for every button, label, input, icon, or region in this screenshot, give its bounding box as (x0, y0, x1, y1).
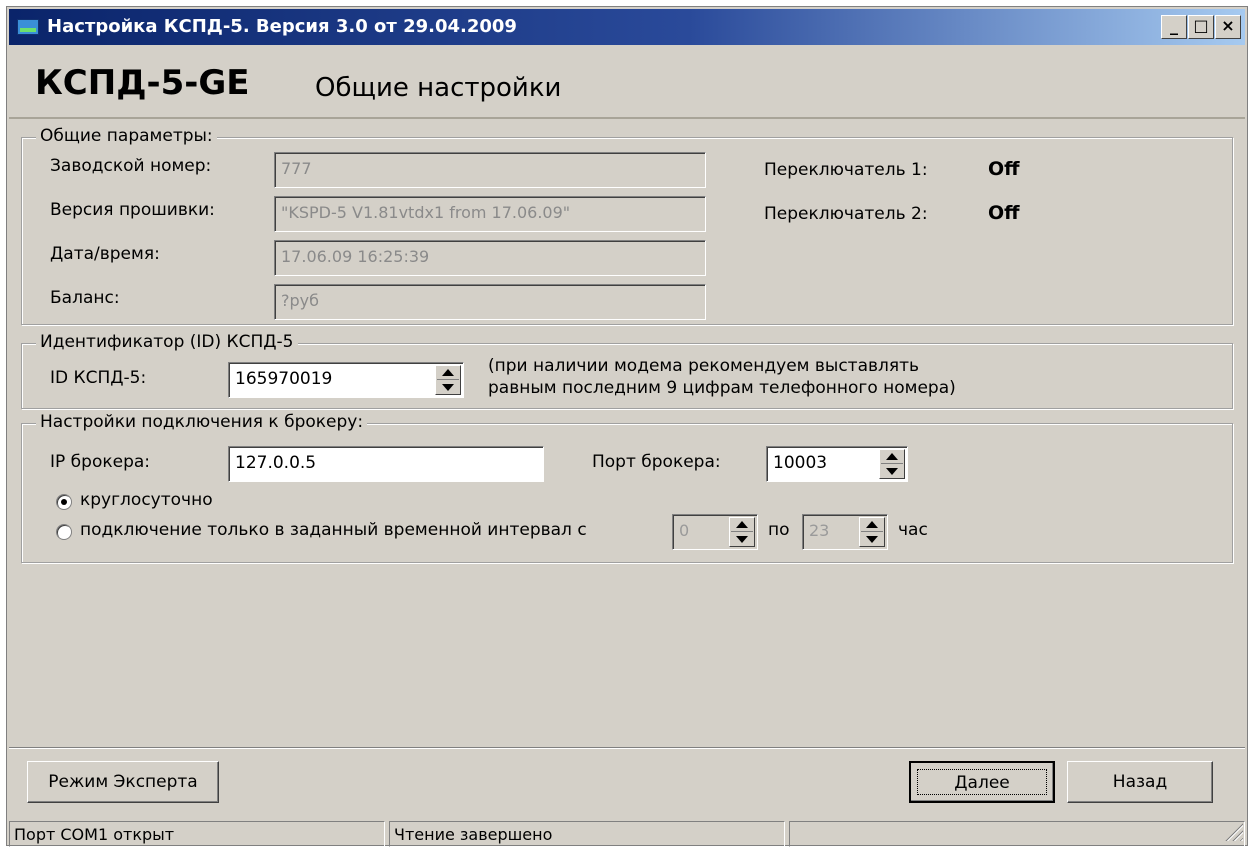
switch1-status: Off (988, 158, 1020, 180)
datetime-label: Дата/время: (50, 244, 160, 264)
id-hint-line1: (при наличии модема рекомендуем выставля… (488, 356, 920, 376)
interval-to-spin-buttons[interactable] (859, 517, 885, 547)
switch2-label: Переключатель 2: (764, 204, 928, 224)
id-hint-line2: равным последним 9 цифрам телефонного но… (488, 378, 956, 398)
button-separator (9, 747, 1245, 749)
firmware-field: "KSPD-5 V1.81vtdx1 from 17.06.09" (274, 196, 706, 232)
status-read: Чтение завершено (389, 821, 785, 847)
broker-port-label: Порт брокера: (592, 452, 721, 472)
serial-field: 777 (274, 152, 706, 188)
minimize-button[interactable]: _ (1161, 15, 1187, 39)
expert-mode-button[interactable]: Режим Эксперта (27, 761, 219, 803)
interval-from-value: 0 (679, 521, 690, 540)
id-label: ID КСПД-5: (50, 368, 147, 388)
main-window: Настройка КСПД-5. Версия 3.0 от 29.04.20… (6, 6, 1248, 847)
back-button[interactable]: Назад (1067, 761, 1213, 803)
status-extra (789, 821, 1245, 847)
radio-always[interactable] (56, 494, 72, 510)
broker-settings-group: Настройки подключения к брокеру: IP брок… (21, 412, 1233, 563)
datetime-field: 17.06.09 16:25:39 (274, 240, 706, 276)
broker-ip-input[interactable]: 127.0.0.5 (228, 446, 544, 482)
status-port: Порт COM1 открыт (9, 821, 385, 847)
interval-to-spinner[interactable]: 23 (802, 514, 888, 550)
app-icon (17, 19, 39, 35)
broker-port-spin-buttons[interactable] (879, 449, 905, 479)
general-params-group: Общие параметры: Заводской номер: 777 Ве… (21, 126, 1233, 325)
interval-to-label: по (768, 520, 790, 540)
broker-settings-legend: Настройки подключения к брокеру: (36, 412, 368, 432)
next-button-label: Далее (917, 769, 1047, 795)
product-name: КСПД-5-GE (35, 63, 250, 103)
interval-from-spinner[interactable]: 0 (672, 514, 758, 550)
id-spinner[interactable]: 165970019 (228, 362, 464, 398)
balance-label: Баланс: (50, 288, 120, 308)
id-spin-buttons[interactable] (435, 365, 461, 395)
window-title: Настройка КСПД-5. Версия 3.0 от 29.04.20… (47, 16, 517, 37)
switch2-status: Off (988, 202, 1020, 224)
close-button[interactable]: × (1215, 15, 1241, 39)
next-button[interactable]: Далее (909, 761, 1055, 803)
switch1-label: Переключатель 1: (764, 160, 928, 180)
title-bar[interactable]: Настройка КСПД-5. Версия 3.0 от 29.04.20… (9, 9, 1245, 45)
page-title: Общие настройки (315, 73, 562, 103)
identifier-legend: Идентификатор (ID) КСПД-5 (36, 332, 298, 352)
interval-to-value: 23 (809, 521, 830, 540)
header: КСПД-5-GE Общие настройки (9, 45, 1245, 119)
radio-always-label[interactable]: круглосуточно (80, 490, 213, 510)
general-params-legend: Общие параметры: (36, 126, 217, 146)
broker-ip-label: IP брокера: (50, 452, 151, 472)
interval-from-spin-buttons[interactable] (729, 517, 755, 547)
id-value: 165970019 (235, 369, 333, 389)
radio-interval-label[interactable]: подключение только в заданный временной … (80, 520, 587, 540)
firmware-label: Версия прошивки: (50, 200, 215, 220)
broker-port-spinner[interactable]: 10003 (766, 446, 908, 482)
maximize-button[interactable]: □ (1188, 15, 1214, 39)
interval-hour-label: час (898, 520, 928, 540)
radio-interval[interactable] (56, 524, 72, 540)
broker-port-value: 10003 (773, 453, 828, 473)
serial-label: Заводской номер: (50, 156, 212, 176)
balance-field: ?руб (274, 284, 706, 320)
identifier-group: Идентификатор (ID) КСПД-5 ID КСПД-5: 165… (21, 332, 1233, 409)
